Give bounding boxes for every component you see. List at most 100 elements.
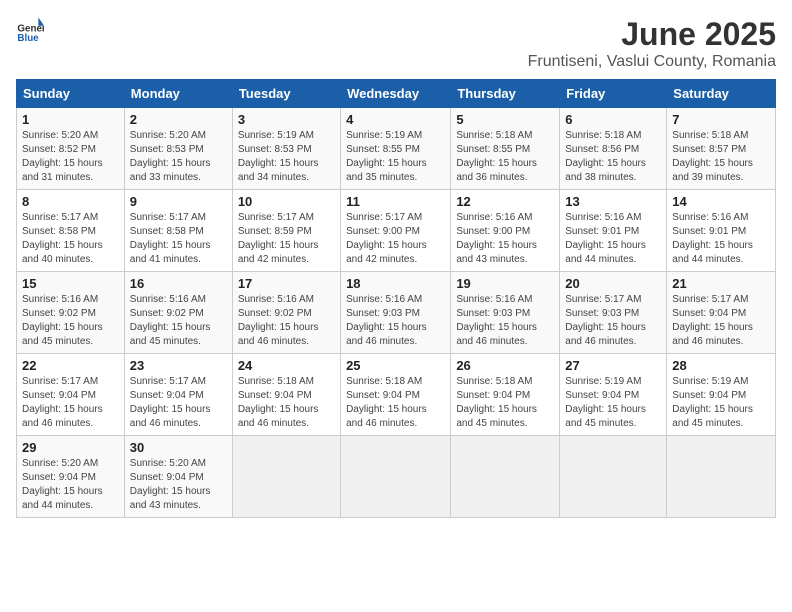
- header-monday: Monday: [124, 80, 232, 108]
- table-row: 23 Sunrise: 5:17 AMSunset: 9:04 PMDaylig…: [124, 354, 232, 436]
- table-row: 8 Sunrise: 5:17 AMSunset: 8:58 PMDayligh…: [17, 190, 125, 272]
- day-number: 20: [565, 276, 661, 291]
- day-number: 22: [22, 358, 119, 373]
- day-number: 30: [130, 440, 227, 455]
- day-number: 7: [672, 112, 770, 127]
- day-number: 26: [456, 358, 554, 373]
- header-wednesday: Wednesday: [341, 80, 451, 108]
- day-number: 18: [346, 276, 445, 291]
- table-row: 30 Sunrise: 5:20 AMSunset: 9:04 PMDaylig…: [124, 436, 232, 518]
- day-number: 29: [22, 440, 119, 455]
- day-info: Sunrise: 5:17 AMSunset: 9:04 PMDaylight:…: [22, 376, 103, 429]
- day-info: Sunrise: 5:16 AMSunset: 9:02 PMDaylight:…: [22, 294, 103, 347]
- header-saturday: Saturday: [667, 80, 776, 108]
- header-tuesday: Tuesday: [232, 80, 340, 108]
- table-row: 19 Sunrise: 5:16 AMSunset: 9:03 PMDaylig…: [451, 272, 560, 354]
- day-number: 10: [238, 194, 335, 209]
- day-number: 2: [130, 112, 227, 127]
- day-info: Sunrise: 5:19 AMSunset: 8:53 PMDaylight:…: [238, 130, 319, 183]
- calendar-table: Sunday Monday Tuesday Wednesday Thursday…: [16, 79, 776, 518]
- table-row: 2 Sunrise: 5:20 AMSunset: 8:53 PMDayligh…: [124, 108, 232, 190]
- table-row: 22 Sunrise: 5:17 AMSunset: 9:04 PMDaylig…: [17, 354, 125, 436]
- table-row: 26 Sunrise: 5:18 AMSunset: 9:04 PMDaylig…: [451, 354, 560, 436]
- day-number: 14: [672, 194, 770, 209]
- table-row: 20 Sunrise: 5:17 AMSunset: 9:03 PMDaylig…: [560, 272, 667, 354]
- table-row: 29 Sunrise: 5:20 AMSunset: 9:04 PMDaylig…: [17, 436, 125, 518]
- table-row: 15 Sunrise: 5:16 AMSunset: 9:02 PMDaylig…: [17, 272, 125, 354]
- day-number: 25: [346, 358, 445, 373]
- day-info: Sunrise: 5:17 AMSunset: 9:00 PMDaylight:…: [346, 212, 427, 265]
- table-row: 9 Sunrise: 5:17 AMSunset: 8:58 PMDayligh…: [124, 190, 232, 272]
- day-number: 5: [456, 112, 554, 127]
- calendar-week-row: 22 Sunrise: 5:17 AMSunset: 9:04 PMDaylig…: [17, 354, 776, 436]
- table-row: 16 Sunrise: 5:16 AMSunset: 9:02 PMDaylig…: [124, 272, 232, 354]
- table-row: 24 Sunrise: 5:18 AMSunset: 9:04 PMDaylig…: [232, 354, 340, 436]
- header-sunday: Sunday: [17, 80, 125, 108]
- day-info: Sunrise: 5:17 AMSunset: 8:58 PMDaylight:…: [130, 212, 211, 265]
- day-info: Sunrise: 5:16 AMSunset: 9:00 PMDaylight:…: [456, 212, 537, 265]
- svg-text:Blue: Blue: [17, 33, 39, 44]
- day-info: Sunrise: 5:18 AMSunset: 8:55 PMDaylight:…: [456, 130, 537, 183]
- day-number: 27: [565, 358, 661, 373]
- table-row: [341, 436, 451, 518]
- day-info: Sunrise: 5:17 AMSunset: 8:58 PMDaylight:…: [22, 212, 103, 265]
- table-row: 12 Sunrise: 5:16 AMSunset: 9:00 PMDaylig…: [451, 190, 560, 272]
- day-info: Sunrise: 5:19 AMSunset: 9:04 PMDaylight:…: [672, 376, 753, 429]
- table-row: [232, 436, 340, 518]
- day-info: Sunrise: 5:16 AMSunset: 9:02 PMDaylight:…: [130, 294, 211, 347]
- table-row: [667, 436, 776, 518]
- page-header: General Blue June 2025 Fruntiseni, Vaslu…: [16, 16, 776, 71]
- day-info: Sunrise: 5:19 AMSunset: 9:04 PMDaylight:…: [565, 376, 646, 429]
- calendar-title: June 2025: [528, 16, 776, 53]
- table-row: 4 Sunrise: 5:19 AMSunset: 8:55 PMDayligh…: [341, 108, 451, 190]
- day-number: 11: [346, 194, 445, 209]
- day-info: Sunrise: 5:16 AMSunset: 9:03 PMDaylight:…: [346, 294, 427, 347]
- calendar-subtitle: Fruntiseni, Vaslui County, Romania: [528, 53, 776, 71]
- table-row: 5 Sunrise: 5:18 AMSunset: 8:55 PMDayligh…: [451, 108, 560, 190]
- header-thursday: Thursday: [451, 80, 560, 108]
- table-row: 13 Sunrise: 5:16 AMSunset: 9:01 PMDaylig…: [560, 190, 667, 272]
- table-row: 28 Sunrise: 5:19 AMSunset: 9:04 PMDaylig…: [667, 354, 776, 436]
- day-info: Sunrise: 5:17 AMSunset: 9:04 PMDaylight:…: [130, 376, 211, 429]
- day-number: 19: [456, 276, 554, 291]
- table-row: 18 Sunrise: 5:16 AMSunset: 9:03 PMDaylig…: [341, 272, 451, 354]
- day-info: Sunrise: 5:17 AMSunset: 9:04 PMDaylight:…: [672, 294, 753, 347]
- day-info: Sunrise: 5:18 AMSunset: 9:04 PMDaylight:…: [238, 376, 319, 429]
- day-number: 6: [565, 112, 661, 127]
- day-info: Sunrise: 5:16 AMSunset: 9:01 PMDaylight:…: [565, 212, 646, 265]
- table-row: [560, 436, 667, 518]
- table-row: 6 Sunrise: 5:18 AMSunset: 8:56 PMDayligh…: [560, 108, 667, 190]
- day-number: 9: [130, 194, 227, 209]
- day-info: Sunrise: 5:17 AMSunset: 8:59 PMDaylight:…: [238, 212, 319, 265]
- day-info: Sunrise: 5:17 AMSunset: 9:03 PMDaylight:…: [565, 294, 646, 347]
- day-number: 21: [672, 276, 770, 291]
- day-number: 12: [456, 194, 554, 209]
- day-number: 28: [672, 358, 770, 373]
- day-info: Sunrise: 5:20 AMSunset: 8:52 PMDaylight:…: [22, 130, 103, 183]
- day-info: Sunrise: 5:20 AMSunset: 9:04 PMDaylight:…: [130, 458, 211, 511]
- day-number: 24: [238, 358, 335, 373]
- day-info: Sunrise: 5:16 AMSunset: 9:01 PMDaylight:…: [672, 212, 753, 265]
- table-row: 1 Sunrise: 5:20 AMSunset: 8:52 PMDayligh…: [17, 108, 125, 190]
- day-info: Sunrise: 5:20 AMSunset: 9:04 PMDaylight:…: [22, 458, 103, 511]
- day-info: Sunrise: 5:18 AMSunset: 8:57 PMDaylight:…: [672, 130, 753, 183]
- table-row: 17 Sunrise: 5:16 AMSunset: 9:02 PMDaylig…: [232, 272, 340, 354]
- table-row: 11 Sunrise: 5:17 AMSunset: 9:00 PMDaylig…: [341, 190, 451, 272]
- day-info: Sunrise: 5:19 AMSunset: 8:55 PMDaylight:…: [346, 130, 427, 183]
- day-info: Sunrise: 5:16 AMSunset: 9:02 PMDaylight:…: [238, 294, 319, 347]
- day-number: 13: [565, 194, 661, 209]
- day-info: Sunrise: 5:18 AMSunset: 8:56 PMDaylight:…: [565, 130, 646, 183]
- day-number: 15: [22, 276, 119, 291]
- logo: General Blue: [16, 16, 44, 44]
- table-row: 14 Sunrise: 5:16 AMSunset: 9:01 PMDaylig…: [667, 190, 776, 272]
- day-info: Sunrise: 5:16 AMSunset: 9:03 PMDaylight:…: [456, 294, 537, 347]
- day-info: Sunrise: 5:18 AMSunset: 9:04 PMDaylight:…: [456, 376, 537, 429]
- calendar-week-row: 29 Sunrise: 5:20 AMSunset: 9:04 PMDaylig…: [17, 436, 776, 518]
- day-number: 4: [346, 112, 445, 127]
- table-row: 3 Sunrise: 5:19 AMSunset: 8:53 PMDayligh…: [232, 108, 340, 190]
- table-row: [451, 436, 560, 518]
- table-row: 27 Sunrise: 5:19 AMSunset: 9:04 PMDaylig…: [560, 354, 667, 436]
- day-number: 23: [130, 358, 227, 373]
- table-row: 21 Sunrise: 5:17 AMSunset: 9:04 PMDaylig…: [667, 272, 776, 354]
- calendar-header-row: Sunday Monday Tuesday Wednesday Thursday…: [17, 80, 776, 108]
